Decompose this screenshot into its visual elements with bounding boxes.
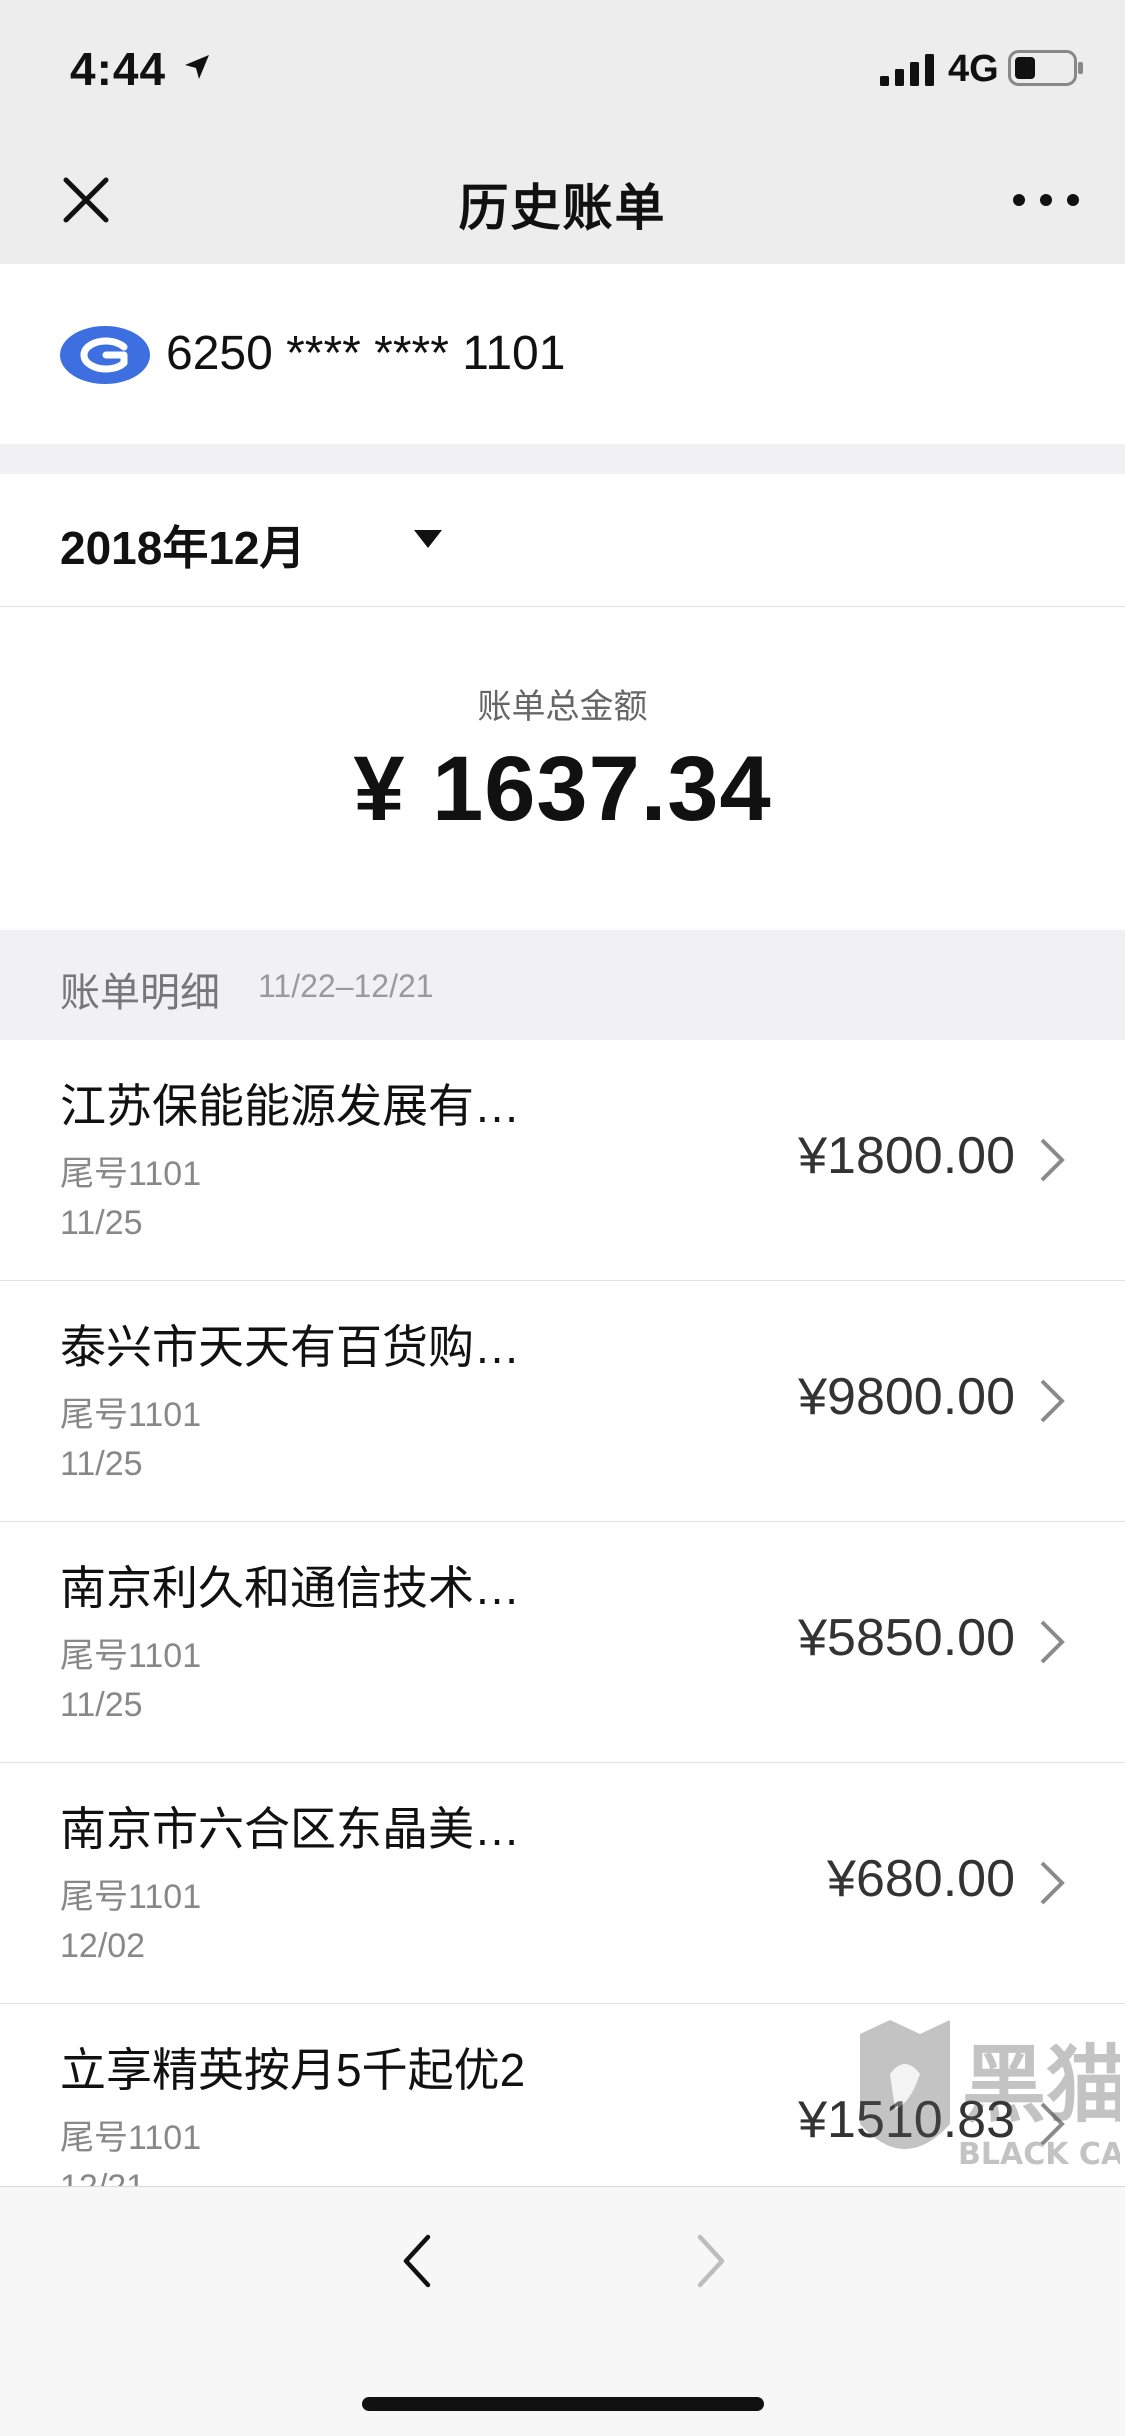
transaction-merchant: 南京利久和通信技术… <box>60 1562 520 1614</box>
bill-date-range: 11/22–12/21 <box>258 968 434 1004</box>
transaction-merchant: 江苏保能能源发展有… <box>60 1080 520 1132</box>
transaction-amount: ¥1800.00 <box>798 1127 1015 1185</box>
bank-logo-icon <box>60 326 150 384</box>
transaction-merchant: 立享精英按月5千起优2 <box>60 2044 526 2096</box>
forward-arrow-icon[interactable] <box>694 2231 730 2291</box>
transaction-date: 11/25 <box>60 1445 143 1483</box>
transaction-date: 12/21 <box>60 2168 145 2186</box>
chevron-right-icon <box>1040 1620 1065 1664</box>
card-info-row: 6250 **** **** 1101 <box>0 264 1125 444</box>
transaction-row[interactable]: 泰兴市天天有百货购… 尾号1101 11/25 ¥9800.00 <box>0 1281 1125 1522</box>
status-bar: 4:44 4G <box>0 0 1125 140</box>
chevron-right-icon <box>1040 1861 1065 1905</box>
bill-summary: 账单总金额 ¥ 1637.34 <box>0 607 1125 930</box>
more-options-icon[interactable] <box>1006 180 1086 220</box>
total-amount-label: 账单总金额 <box>477 688 648 726</box>
transaction-row[interactable]: 南京市六合区东晶美… 尾号1101 12/02 ¥680.00 <box>0 1763 1125 2004</box>
transaction-row[interactable]: 江苏保能能源发展有… 尾号1101 11/25 ¥1800.00 <box>0 1040 1125 1281</box>
page-title: 历史账单 <box>458 180 667 236</box>
transaction-date: 11/25 <box>60 1686 143 1724</box>
month-selector[interactable]: 2018年12月 <box>0 474 1125 607</box>
signal-strength-icon <box>880 54 934 86</box>
transaction-row[interactable]: 南京利久和通信技术… 尾号1101 11/25 ¥5850.00 <box>0 1522 1125 1763</box>
card-number: 6250 **** **** 1101 <box>166 327 566 380</box>
transaction-card-tail: 尾号1101 <box>60 1878 202 1916</box>
watermark-logo: 黑猫 BLACK CAT <box>860 2020 1120 2172</box>
transaction-card-tail: 尾号1101 <box>60 2119 202 2157</box>
home-indicator[interactable] <box>362 2397 764 2411</box>
back-arrow-icon[interactable] <box>398 2231 434 2291</box>
total-amount-value: ¥ 1637.34 <box>353 738 772 840</box>
chevron-right-icon <box>1040 1379 1065 1423</box>
transaction-amount: ¥680.00 <box>827 1850 1015 1908</box>
network-type: 4G <box>948 48 999 90</box>
watermark-brand-en: BLACK CAT <box>958 2137 1120 2172</box>
transaction-merchant: 泰兴市天天有百货购… <box>60 1321 520 1373</box>
bill-details-title: 账单明细 <box>60 971 220 1015</box>
location-arrow-icon <box>185 55 209 79</box>
browser-toolbar <box>0 2186 1125 2436</box>
status-time: 4:44 <box>70 43 167 95</box>
transaction-date: 12/02 <box>60 1927 146 1965</box>
nav-bar: 历史账单 <box>0 140 1125 264</box>
month-label: 2018年12月 <box>60 522 306 574</box>
transaction-card-tail: 尾号1101 <box>60 1637 202 1675</box>
transaction-card-tail: 尾号1101 <box>60 1396 202 1434</box>
watermark-brand: 黑猫 <box>962 2036 1120 2134</box>
transaction-card-tail: 尾号1101 <box>60 1155 202 1193</box>
transaction-amount: ¥9800.00 <box>798 1368 1015 1426</box>
bill-details-header: 账单明细 11/22–12/21 <box>0 930 1125 1040</box>
transaction-amount: ¥5850.00 <box>798 1609 1015 1667</box>
transaction-date: 11/25 <box>60 1204 143 1242</box>
transaction-merchant: 南京市六合区东晶美… <box>60 1803 520 1855</box>
battery-icon <box>1008 50 1083 86</box>
chevron-right-icon <box>1040 1138 1065 1182</box>
caret-down-icon[interactable] <box>414 530 442 548</box>
